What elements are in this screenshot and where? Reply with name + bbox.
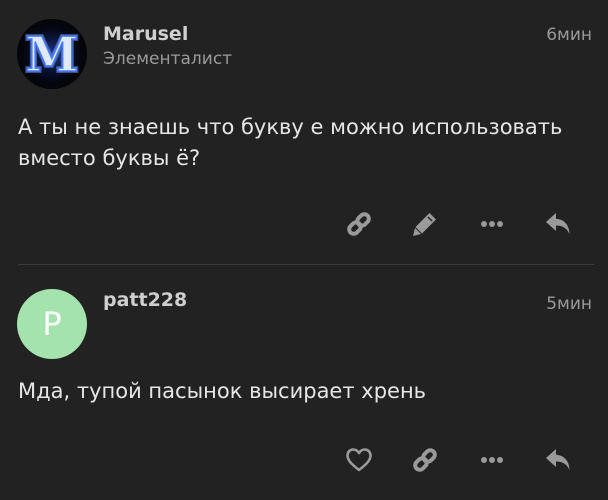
pencil-icon	[410, 209, 440, 239]
link-icon	[344, 209, 374, 239]
avatar[interactable]: M M	[17, 19, 87, 89]
more-button[interactable]	[470, 440, 514, 480]
link-icon	[410, 445, 440, 475]
svg-text:M: M	[25, 27, 78, 83]
more-button[interactable]	[470, 204, 514, 244]
user-title: Элементалист	[103, 49, 233, 69]
post-body-line: А ты не знаешь что букву е можно использ…	[18, 115, 563, 139]
like-button[interactable]	[337, 440, 381, 480]
username[interactable]: Marusel	[103, 22, 188, 46]
post-time[interactable]: 6мин	[546, 24, 592, 46]
post-body: Мда, тупой пасынок высирает хрень	[18, 376, 588, 407]
reply-button[interactable]	[537, 204, 581, 244]
post-body-line: вместо буквы ё?	[18, 146, 201, 170]
copy-link-button[interactable]	[403, 440, 447, 480]
ellipsis-icon	[477, 445, 507, 475]
post: P patt228 5мин Мда, тупой пасынок высира…	[0, 265, 608, 500]
reply-button[interactable]	[537, 440, 581, 480]
post-body: А ты не знаешь что букву е можно использ…	[18, 112, 588, 174]
edit-button[interactable]	[403, 204, 447, 244]
post-time[interactable]: 5мин	[546, 293, 592, 315]
heart-icon	[344, 445, 374, 475]
post-body-line: Мда, тупой пасынок высирает хрень	[18, 379, 427, 403]
post: M M Marusel Элементалист 6мин А ты не зн…	[0, 0, 608, 264]
copy-link-button[interactable]	[337, 204, 381, 244]
avatar[interactable]: P	[17, 289, 87, 359]
avatar-letter: P	[42, 305, 62, 343]
username[interactable]: patt228	[103, 288, 187, 312]
reply-icon	[543, 445, 575, 475]
ellipsis-icon	[477, 209, 507, 239]
reply-icon	[543, 209, 575, 239]
